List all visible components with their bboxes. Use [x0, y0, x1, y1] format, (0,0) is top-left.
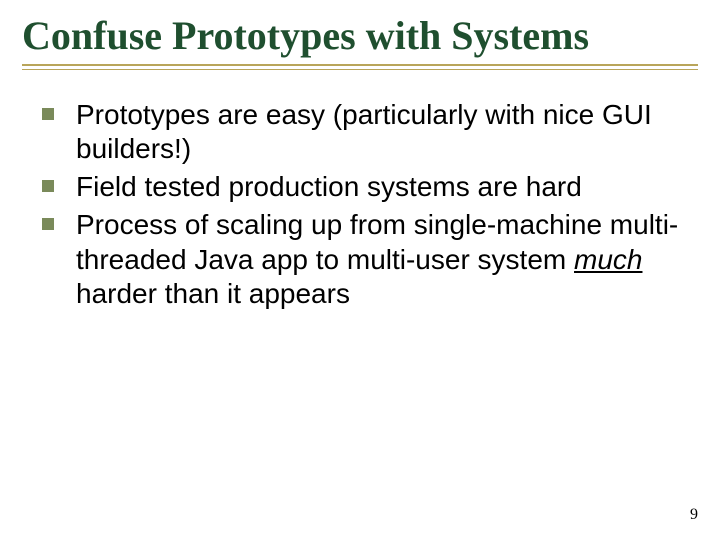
list-item: Field tested production systems are hard: [42, 170, 688, 204]
bullet-icon: [42, 180, 54, 192]
list-item: Process of scaling up from single-machin…: [42, 208, 688, 310]
bullet-text: Field tested production systems are hard: [76, 170, 582, 204]
bullet-icon: [42, 108, 54, 120]
bullet-text: Process of scaling up from single-machin…: [76, 208, 688, 310]
slide: Confuse Prototypes with Systems Prototyp…: [0, 0, 720, 540]
bullet-icon: [42, 218, 54, 230]
slide-body: Prototypes are easy (particularly with n…: [22, 98, 698, 311]
list-item: Prototypes are easy (particularly with n…: [42, 98, 688, 166]
page-number: 9: [690, 506, 698, 524]
bullet-text: Prototypes are easy (particularly with n…: [76, 98, 688, 166]
title-rule: [22, 64, 698, 70]
slide-title: Confuse Prototypes with Systems: [22, 14, 698, 58]
